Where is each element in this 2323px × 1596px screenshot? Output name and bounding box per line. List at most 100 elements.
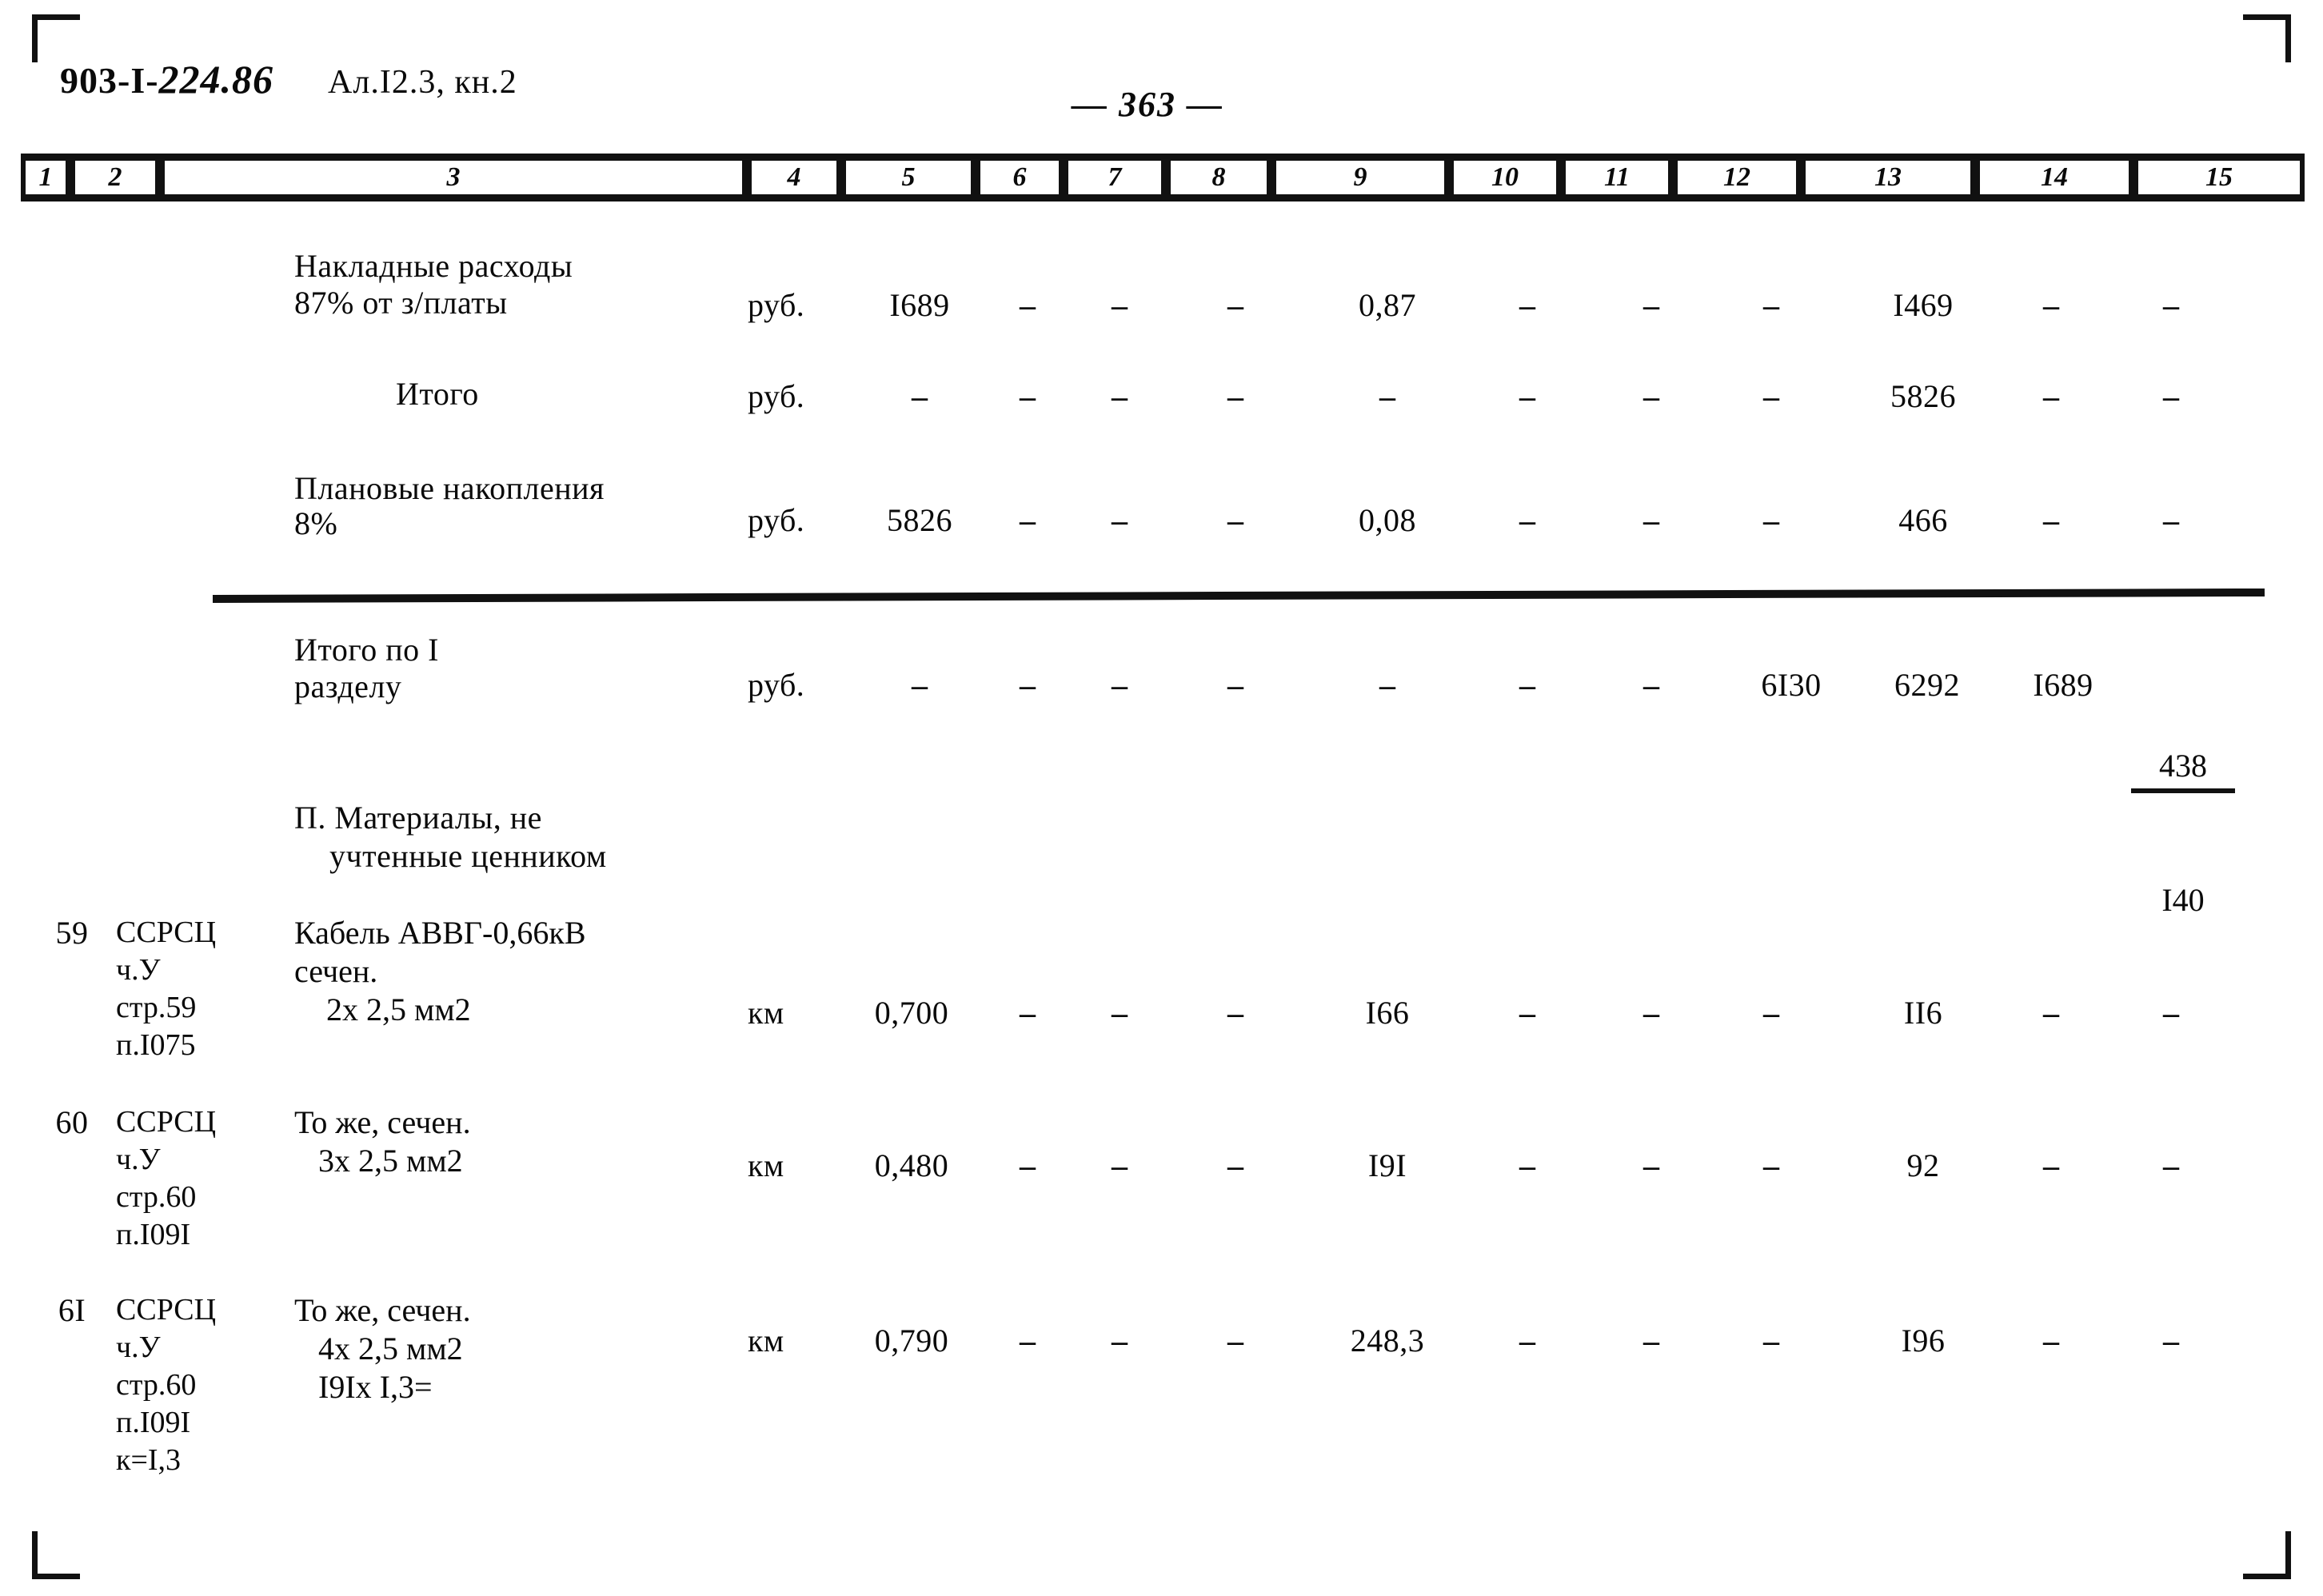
row-overhead-c6: –: [1020, 287, 1036, 323]
row-planned-c11: –: [1643, 502, 1659, 538]
column-number-band: 1 2 3 4 5 6 7 8 9 10 11 12 13 14 15: [21, 154, 2305, 201]
material-row-60-c5: 0,480: [874, 1147, 949, 1183]
row-overhead-c11: –: [1643, 287, 1659, 323]
ref-line2: ч.У: [116, 1331, 161, 1364]
row-planned-c9: 0,08: [1359, 502, 1416, 538]
crop-mark-bottom-right: [2243, 1531, 2291, 1579]
row-overhead-c10: –: [1519, 287, 1535, 323]
material-row-60-c8: –: [1227, 1147, 1243, 1183]
column-header-4: 4: [747, 161, 841, 194]
ref-line3: стр.59: [116, 991, 197, 1024]
ref-line4: п.I09I: [116, 1406, 191, 1439]
row-subtotal-c14: –: [2043, 378, 2059, 414]
row-section-total-c14: I689: [2033, 667, 2093, 703]
row-subtotal-c4: руб.: [748, 378, 805, 414]
row-planned-c10: –: [1519, 502, 1535, 538]
material-row-59-c12: –: [1763, 995, 1779, 1031]
material-row-61-c10: –: [1519, 1323, 1535, 1359]
row-section-total-c10: –: [1519, 667, 1535, 703]
crop-mark-bottom-left: [32, 1531, 80, 1579]
row-subtotal-c15: –: [2163, 378, 2179, 414]
row-planned-c15: –: [2163, 502, 2179, 538]
material-row-61-c11: –: [1643, 1323, 1659, 1359]
row-subtotal-desc: Итого: [396, 376, 479, 412]
column-header-6: 6: [976, 161, 1064, 194]
ref-line3: стр.60: [116, 1180, 197, 1214]
desc-line3: 2х 2,5 мм2: [294, 992, 471, 1027]
row-section-total-c6: –: [1020, 667, 1036, 703]
row-overhead-c8: –: [1227, 287, 1243, 323]
column-header-3: 3: [160, 161, 747, 194]
row-section-total-c11: –: [1643, 667, 1659, 703]
row-overhead-c4: руб.: [748, 287, 805, 323]
material-row-60-c10: –: [1519, 1147, 1535, 1183]
ref-line5: к=I,3: [116, 1443, 182, 1477]
row-overhead-c13: I469: [1893, 287, 1954, 323]
material-row-61-ref5: к=I,3: [116, 1442, 181, 1479]
row-overhead-desc-line1: Накладные расходы: [294, 248, 573, 284]
material-row-61-ref: ССРСЦ: [116, 1291, 216, 1329]
column-header-2: 2: [70, 161, 160, 194]
material-row-61-c4: км: [748, 1323, 784, 1359]
material-row-60-c12: –: [1763, 1147, 1779, 1183]
row-planned-c14: –: [2043, 502, 2059, 538]
material-row-61-ref4: п.I09I: [116, 1404, 190, 1442]
ref-line2: ч.У: [116, 1143, 161, 1176]
material-row-60-ref: ССРСЦ: [116, 1103, 216, 1141]
document-code-suffix: 224.86: [158, 57, 274, 102]
ref-line2: ч.У: [116, 953, 161, 987]
material-row-59-c9: I66: [1365, 995, 1410, 1031]
material-row-61-no: 6I: [58, 1292, 86, 1328]
material-row-59-ref3: стр.59: [116, 989, 196, 1027]
material-row-59-no: 59: [55, 915, 89, 951]
section-heading-line2: учтенные ценником: [329, 838, 607, 874]
row-planned-c13: 466: [1898, 502, 1948, 538]
row-section-total-c12: 6I30: [1761, 667, 1822, 703]
row-subtotal-c9: –: [1379, 378, 1395, 414]
fraction-numerator: 438: [2131, 745, 2235, 793]
row-planned-desc-line2: 8%: [294, 505, 338, 541]
ref-line1: ССРСЦ: [116, 1105, 217, 1139]
row-planned-c4: руб.: [748, 502, 805, 538]
row-section-total-c8: –: [1227, 667, 1243, 703]
material-row-59-desc1: Кабель АВВГ-0,66кВ: [294, 914, 586, 952]
desc-line1: То же, сечен.: [294, 1292, 471, 1328]
material-row-60-c14: –: [2043, 1147, 2059, 1183]
row-subtotal-c10: –: [1519, 378, 1535, 414]
row-section-total-desc-line2: разделу: [294, 668, 402, 704]
row-subtotal-c12: –: [1763, 378, 1779, 414]
section-separator-rule: [212, 588, 2265, 603]
material-row-59-c4: км: [748, 995, 784, 1031]
row-section-total-c5: –: [912, 667, 928, 703]
row-planned-c6: –: [1020, 502, 1036, 538]
desc-line3: I9Iх I,3=: [294, 1369, 433, 1405]
material-row-59-c8: –: [1227, 995, 1243, 1031]
desc-line1: Кабель АВВГ-0,66кВ: [294, 915, 586, 951]
material-row-60-no: 60: [55, 1104, 89, 1140]
desc-line2: 3х 2,5 мм2: [294, 1143, 463, 1179]
row-subtotal-c5: –: [912, 378, 928, 414]
section-heading-line1: П. Материалы, не: [294, 800, 542, 836]
material-row-60-c7: –: [1112, 1147, 1128, 1183]
row-planned-desc-line1: Плановые накопления: [294, 470, 605, 506]
material-row-60-c11: –: [1643, 1147, 1659, 1183]
album-reference: Ал.I2.3, кн.2: [328, 64, 517, 101]
material-row-59-ref4: п.I075: [116, 1027, 196, 1064]
column-header-13: 13: [1801, 161, 1975, 194]
row-planned-c7: –: [1112, 502, 1128, 538]
material-row-59-c5: 0,700: [874, 995, 949, 1031]
column-header-10: 10: [1449, 161, 1561, 194]
row-overhead-c7: –: [1112, 287, 1128, 323]
material-row-60-ref4: п.I09I: [116, 1216, 190, 1254]
material-row-61-c5: 0,790: [874, 1323, 949, 1359]
material-row-59-c15: –: [2163, 995, 2179, 1031]
material-row-61-desc3: I9Iх I,3=: [294, 1368, 433, 1406]
row-planned-c8: –: [1227, 502, 1243, 538]
row-section-total-c15-fraction: 438 I40: [2131, 662, 2235, 1004]
material-row-59-c7: –: [1112, 995, 1128, 1031]
row-subtotal-c8: –: [1227, 378, 1243, 414]
column-header-15: 15: [2133, 161, 2305, 194]
material-row-59-desc3: 2х 2,5 мм2: [294, 991, 471, 1029]
column-header-12: 12: [1673, 161, 1801, 194]
material-row-60-c13: 92: [1906, 1147, 1940, 1183]
